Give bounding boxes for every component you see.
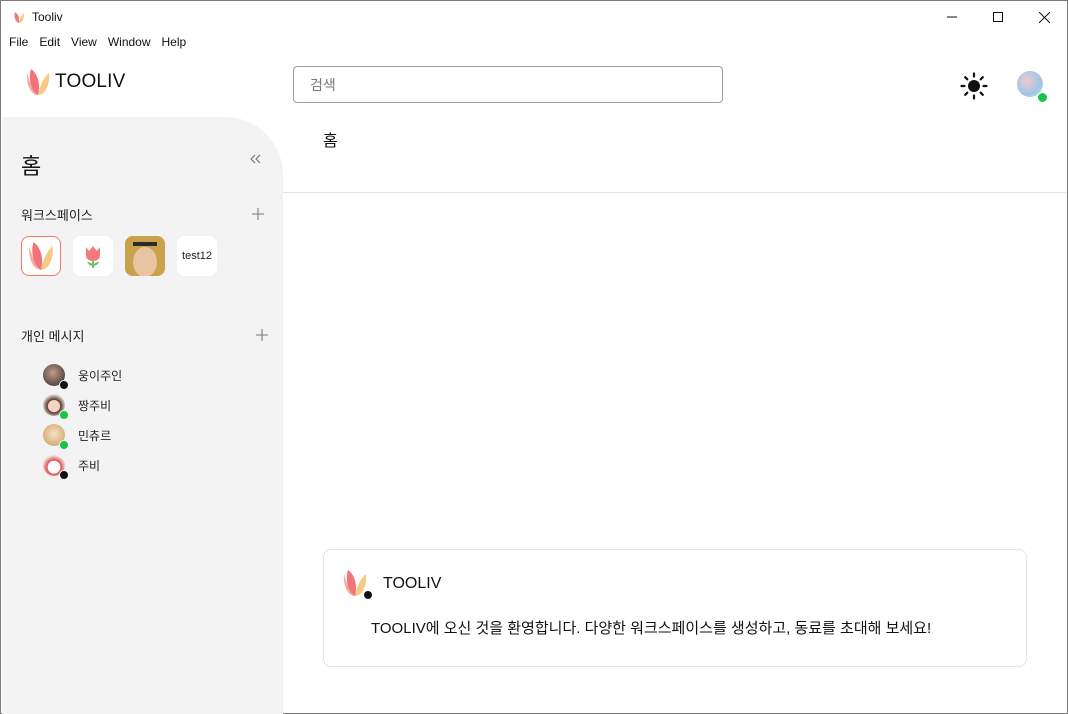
tulip-logo-icon [26, 69, 50, 95]
menu-edit[interactable]: Edit [39, 33, 60, 53]
theme-toggle-button[interactable] [958, 70, 990, 102]
add-workspace-button[interactable] [251, 206, 265, 220]
dm-item[interactable]: 주비 [43, 450, 122, 480]
online-status-dot [59, 440, 69, 450]
header-divider [283, 192, 1067, 193]
workspaces-label: 워크스페이스 [21, 208, 93, 223]
workspace-item-tulip[interactable] [73, 236, 113, 276]
workspace-photo-image [125, 236, 165, 276]
sidebar: 홈 워크스페이스 test12 개인 메시지 웅이주인 짱주비 민츄르 주비 [2, 117, 283, 714]
collapse-sidebar-button[interactable] [250, 153, 266, 169]
tooliv-app-icon [14, 12, 24, 23]
avatar [43, 424, 69, 450]
logo-text: TOOLIV [55, 71, 126, 92]
online-status-dot [1037, 92, 1048, 103]
workspace-item-test12[interactable]: test12 [177, 236, 217, 276]
search-input[interactable] [294, 67, 722, 102]
sidebar-title: 홈 [21, 154, 42, 179]
add-direct-message-button[interactable] [255, 327, 269, 341]
maximize-icon [993, 12, 1003, 22]
offline-status-dot [59, 380, 69, 390]
welcome-message-card: TOOLIV TOOLIV에 오신 것을 환영합니다. 다양한 워크스페이스를 … [323, 549, 1027, 667]
minimize-button[interactable] [929, 1, 975, 33]
plus-icon [256, 329, 268, 341]
dm-name: 민츄르 [78, 428, 112, 443]
message-sender: TOOLIV [383, 575, 442, 592]
menu-bar: File Edit View Window Help [1, 33, 186, 53]
avatar [43, 364, 69, 390]
online-status-dot [59, 410, 69, 420]
dm-name: 짱주비 [78, 398, 112, 413]
dm-item[interactable]: 웅이주인 [43, 360, 122, 390]
page-title: 홈 [323, 133, 338, 150]
close-button[interactable] [1021, 1, 1067, 33]
close-icon [1038, 11, 1050, 23]
dm-name: 웅이주인 [78, 368, 123, 383]
search-box[interactable] [293, 66, 723, 103]
maximize-button[interactable] [975, 1, 1021, 33]
sender-avatar [342, 568, 373, 600]
menu-view[interactable]: View [71, 33, 97, 53]
avatar [43, 454, 69, 480]
message-text: TOOLIV에 오신 것을 환영합니다. 다양한 워크스페이스를 생성하고, 동… [371, 620, 932, 637]
offline-status-dot [363, 590, 373, 600]
menu-help[interactable]: Help [162, 33, 187, 53]
tulip-flower-icon [86, 246, 100, 268]
menu-file[interactable]: File [9, 33, 28, 53]
app-logo[interactable]: TOOLIV [25, 67, 126, 97]
workspace-item-tooliv[interactable] [21, 236, 61, 276]
direct-message-list: 웅이주인 짱주비 민츄르 주비 [43, 360, 122, 480]
dm-item[interactable]: 민츄르 [43, 420, 122, 450]
plus-icon [252, 208, 264, 220]
workspace-item-photo[interactable] [125, 236, 165, 276]
minimize-icon [947, 16, 957, 18]
menu-window[interactable]: Window [108, 33, 151, 53]
dm-name: 주비 [78, 458, 101, 473]
sun-icon [960, 72, 988, 100]
dm-item[interactable]: 짱주비 [43, 390, 122, 420]
tulip-logo-icon [29, 242, 53, 270]
avatar [43, 394, 69, 420]
title-bar: Tooliv [1, 1, 1067, 33]
double-chevron-left-icon [250, 154, 261, 164]
profile-avatar-button[interactable] [1017, 71, 1048, 103]
direct-messages-label: 개인 메시지 [21, 329, 85, 344]
offline-status-dot [59, 470, 69, 480]
window-title: Tooliv [32, 10, 63, 24]
workspace-list: test12 [21, 236, 217, 276]
